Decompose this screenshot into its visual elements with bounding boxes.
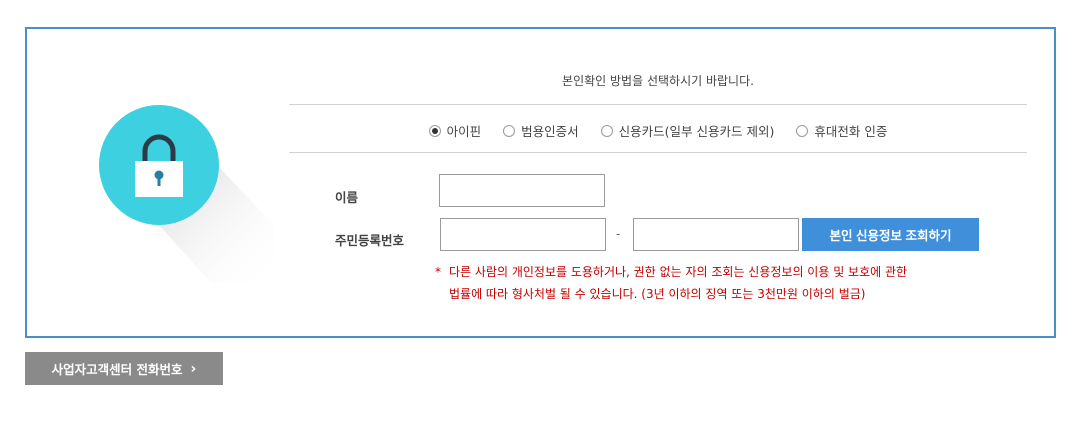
legal-warning: * 다른 사람의 개인정보를 도용하거나, 권한 없는 자의 조회는 신용정보의 … [435,261,995,305]
name-label: 이름 [335,190,359,205]
rrn-label: 주민등록번호 [335,233,405,248]
method-certificate[interactable]: 범용인증서 [503,121,579,140]
customer-center-phone-button[interactable]: 사업자고객센터 전화번호 › [25,352,223,385]
rrn-back-input[interactable] [633,218,799,251]
method-credit-card[interactable]: 신용카드(일부 신용카드 제외) [600,121,775,140]
warning-marker: * [435,265,441,279]
rrn-front-input[interactable] [440,218,606,251]
radio-mobile-phone[interactable] [796,124,809,137]
chevron-right-icon: › [190,360,197,377]
instruction-text: 본인확인 방법을 선택하시기 바랍니다. [562,74,754,88]
radio-ipin[interactable] [428,124,441,137]
verification-method-group: 아이핀 범용인증서 신용카드(일부 신용카드 제외) 휴대전화 인증 [289,121,1027,140]
method-ipin[interactable]: 아이핀 [428,121,482,140]
credit-inquiry-button[interactable]: 본인 신용정보 조회하기 [802,218,979,251]
method-mobile-phone[interactable]: 휴대전화 인증 [796,121,887,140]
warning-line-2: 법률에 따라 형사처벌 될 수 있습니다. (3년 이하의 징역 또는 3천만원… [449,287,866,301]
divider [289,104,1027,105]
rrn-separator: - [616,227,621,241]
customer-center-label: 사업자고객센터 전화번호 [51,362,183,377]
method-label: 아이핀 [446,124,482,139]
identity-verification-panel: 본인확인 방법을 선택하시기 바랍니다. 아이핀 범용인증서 신용카드(일부 신… [25,27,1056,338]
warning-line-1: 다른 사람의 개인정보를 도용하거나, 권한 없는 자의 조회는 신용정보의 이… [449,265,908,279]
radio-credit-card[interactable] [600,124,613,137]
method-label: 휴대전화 인증 [814,124,888,139]
lock-icon [99,105,279,285]
divider [289,152,1027,153]
name-input[interactable] [439,174,605,207]
radio-certificate[interactable] [503,124,516,137]
method-label: 신용카드(일부 신용카드 제외) [618,124,775,139]
method-label: 범용인증서 [521,124,579,139]
